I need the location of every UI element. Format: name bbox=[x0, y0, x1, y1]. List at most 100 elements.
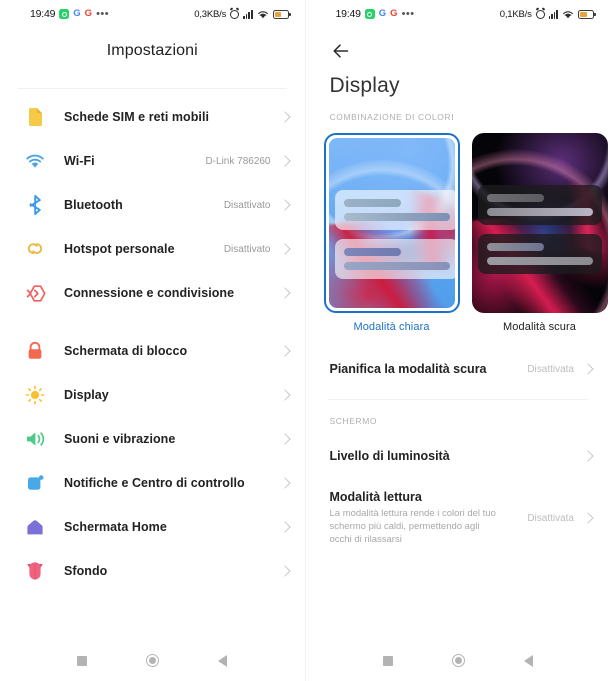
home-circle-icon[interactable] bbox=[146, 654, 160, 667]
settings-screen: 19:49 G G ••• 0,3KB/s Impostazioni Sched… bbox=[0, 0, 305, 681]
sidebar-item-display[interactable]: Display bbox=[0, 373, 305, 417]
section-divider bbox=[327, 399, 588, 400]
bluetooth-icon bbox=[22, 195, 48, 215]
recents-square-icon[interactable] bbox=[77, 655, 88, 666]
wifi-icon bbox=[257, 10, 269, 19]
status-bar-right: 19:49 G G ••• 0,1KB/s bbox=[306, 0, 610, 28]
status-time: 19:49 bbox=[30, 8, 56, 20]
theme-light-preview bbox=[328, 138, 455, 308]
more-dots-icon: ••• bbox=[96, 8, 110, 20]
chevron-right-icon bbox=[278, 243, 291, 255]
back-arrow-icon[interactable] bbox=[330, 40, 352, 62]
preview-notifications bbox=[472, 133, 608, 313]
theme-dark-preview bbox=[471, 133, 608, 313]
lock-icon bbox=[22, 341, 48, 361]
sidebar-item-sounds[interactable]: Suoni e vibrazione bbox=[0, 417, 305, 461]
theme-light-frame bbox=[323, 133, 460, 313]
chevron-right-icon bbox=[278, 155, 291, 167]
sidebar-item-label: Notifiche e Centro di controllo bbox=[64, 476, 245, 490]
sidebar-item-wallpaper[interactable]: Sfondo bbox=[0, 549, 305, 593]
sidebar-item-label: Hotspot personale bbox=[64, 242, 175, 256]
status-time: 19:49 bbox=[335, 8, 361, 20]
sidebar-item-value: Disattivato bbox=[223, 199, 271, 211]
sidebar-item-homescreen[interactable]: Schermata Home bbox=[0, 505, 305, 549]
preview-line bbox=[343, 199, 401, 207]
status-right-group: 0,1KB/s bbox=[499, 8, 596, 20]
network-speed: 0,1KB/s bbox=[499, 8, 532, 20]
chevron-right-icon bbox=[278, 345, 291, 357]
chevron-right-icon bbox=[278, 565, 291, 577]
row-label: Pianifica la modalità scura bbox=[329, 362, 487, 376]
volume-icon bbox=[22, 430, 48, 448]
sidebar-item-value: D-Link 786260 bbox=[205, 155, 271, 167]
row-label: Livello di luminosità bbox=[329, 449, 450, 463]
google-icon: G bbox=[390, 8, 398, 20]
row-brightness-level[interactable]: Livello di luminosità bbox=[306, 434, 610, 478]
network-speed: 0,3KB/s bbox=[194, 8, 227, 20]
sidebar-item-label: Schede SIM e reti mobili bbox=[64, 110, 209, 124]
settings-list-group-1: Schede SIM e reti mobili Wi-Fi D-Link 78… bbox=[0, 89, 305, 593]
notifications-icon bbox=[22, 474, 48, 493]
sidebar-item-wifi[interactable]: Wi-Fi D-Link 786260 bbox=[0, 139, 305, 183]
sidebar-item-label: Schermata Home bbox=[64, 520, 167, 534]
theme-dark-caption: Modalità scura bbox=[503, 321, 576, 333]
back-triangle-icon[interactable] bbox=[218, 654, 228, 667]
status-left-group: 19:49 G G ••• bbox=[336, 8, 415, 20]
row-schedule-dark-mode[interactable]: Pianifica la modalità scura Disattivata bbox=[306, 347, 610, 391]
display-settings-screen: 19:49 G G ••• 0,1KB/s Display COMBINAZIO… bbox=[304, 0, 610, 681]
wifi-icon bbox=[22, 153, 48, 169]
row-label: Modalità lettura bbox=[329, 490, 422, 504]
preview-line bbox=[486, 243, 544, 251]
brightness-icon bbox=[22, 385, 48, 405]
navigation-bar-right bbox=[305, 640, 610, 681]
page-title: Impostazioni bbox=[106, 42, 198, 59]
recents-square-icon[interactable] bbox=[382, 655, 393, 666]
whatsapp-icon bbox=[364, 9, 375, 19]
sidebar-item-label: Sfondo bbox=[64, 564, 108, 578]
theme-dark-frame bbox=[471, 133, 608, 313]
sidebar-item-lockscreen[interactable]: Schermata di blocco bbox=[0, 329, 305, 373]
chevron-right-icon bbox=[278, 521, 291, 533]
preview-notification-card bbox=[477, 234, 602, 274]
home-screen-icon bbox=[22, 518, 48, 536]
preview-line bbox=[486, 208, 593, 216]
more-dots-icon: ••• bbox=[401, 8, 415, 20]
home-circle-icon[interactable] bbox=[451, 654, 465, 667]
alarm-icon bbox=[230, 9, 240, 19]
preview-notification-card bbox=[477, 185, 602, 225]
google-icon: G bbox=[73, 8, 81, 20]
sidebar-item-bluetooth[interactable]: Bluetooth Disattivato bbox=[0, 183, 305, 227]
row-text-stack: Modalità lettura La modalità lettura ren… bbox=[330, 490, 528, 546]
chevron-right-icon bbox=[582, 363, 594, 375]
row-subtitle: La modalità lettura rende i colori del t… bbox=[329, 508, 496, 545]
chevron-right-icon bbox=[278, 199, 291, 211]
chevron-right-icon bbox=[278, 433, 291, 445]
sidebar-item-notifications[interactable]: Notifiche e Centro di controllo bbox=[0, 461, 305, 505]
connection-sharing-icon bbox=[22, 284, 48, 303]
sidebar-item-value: Disattivato bbox=[223, 243, 271, 255]
row-reading-mode[interactable]: Modalità lettura La modalità lettura ren… bbox=[306, 484, 610, 552]
chevron-right-icon bbox=[278, 287, 291, 299]
theme-option-dark[interactable]: Modalità scura bbox=[471, 133, 608, 333]
signal-icon bbox=[243, 10, 253, 19]
preview-notifications bbox=[329, 138, 455, 308]
sidebar-item-label: Suoni e vibrazione bbox=[64, 432, 176, 446]
sidebar-item-hotspot[interactable]: Hotspot personale Disattivato bbox=[0, 227, 305, 271]
theme-chooser: Modalità chiara Modalità scura bbox=[323, 133, 610, 333]
sidebar-item-sim[interactable]: Schede SIM e reti mobili bbox=[0, 95, 305, 139]
chevron-right-icon bbox=[278, 389, 291, 401]
battery-icon bbox=[578, 9, 596, 19]
theme-option-light[interactable]: Modalità chiara bbox=[323, 133, 460, 333]
preview-line bbox=[486, 194, 544, 202]
back-triangle-icon[interactable] bbox=[523, 654, 533, 667]
preview-line bbox=[343, 262, 450, 270]
row-value: Disattivata bbox=[527, 363, 574, 375]
preview-line bbox=[486, 257, 593, 265]
sidebar-item-label: Connessione e condivisione bbox=[64, 286, 235, 300]
wifi-icon bbox=[562, 10, 574, 19]
sidebar-item-label: Schermata di blocco bbox=[64, 344, 188, 358]
google-icon: G bbox=[378, 8, 387, 20]
sidebar-item-connection-sharing[interactable]: Connessione e condivisione bbox=[0, 271, 305, 315]
chevron-right-icon bbox=[278, 111, 291, 123]
